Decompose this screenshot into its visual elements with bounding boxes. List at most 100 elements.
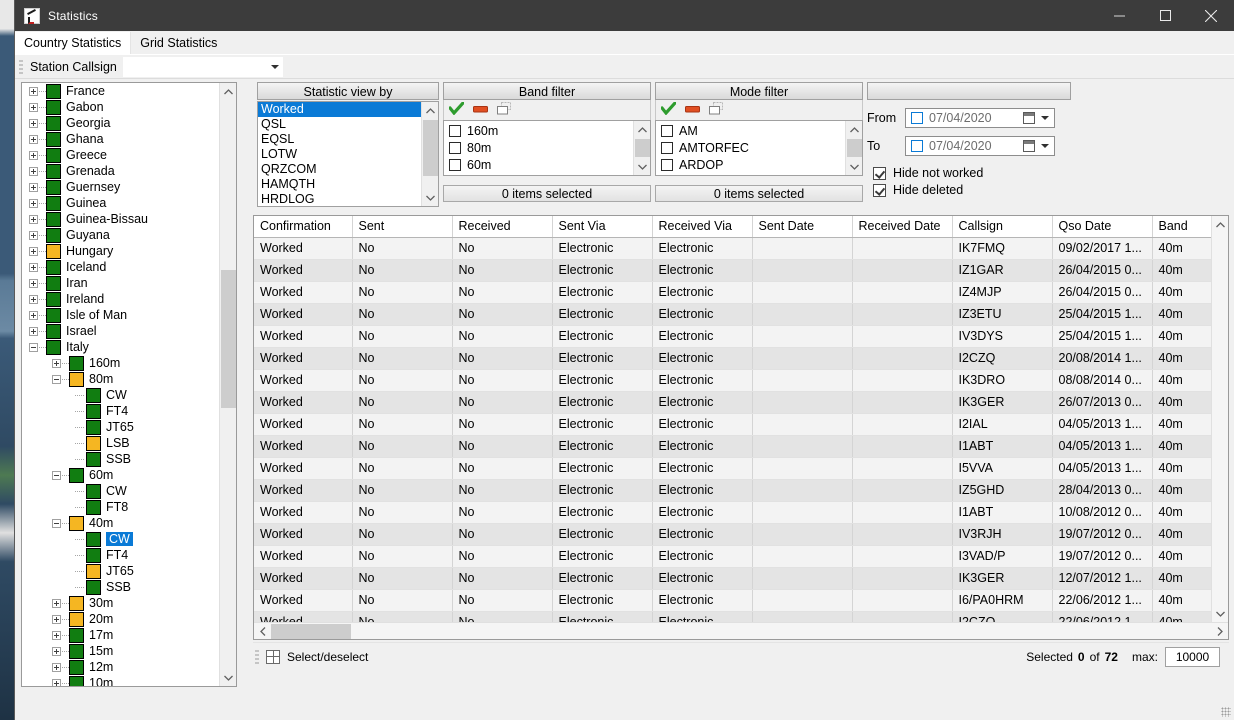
invert-selection-icon[interactable] [709,102,725,118]
tree-node[interactable]: 40m [22,515,219,531]
band-filter-scroll-up-icon[interactable] [634,121,650,138]
collapse-icon[interactable] [52,518,61,528]
expand-icon[interactable] [52,646,61,656]
tree-node[interactable]: Isle of Man [22,307,219,323]
band-filter-item[interactable]: 160m [444,122,633,139]
table-row[interactable]: Worked No No Electronic Electronic I1ABT 04/05… [254,435,1211,458]
table-column-header[interactable]: Callsign [952,216,1053,238]
statistic-view-scroll-up-icon[interactable] [422,102,438,119]
table-column-header[interactable]: Received Via [652,216,753,238]
tree-node[interactable]: CW [22,483,219,499]
table-row[interactable]: Worked No No Electronic Electronic I6/PA0HRM 2… [254,589,1211,612]
tree-node[interactable]: LSB [22,435,219,451]
tree-node[interactable]: Greece [22,147,219,163]
tree-scroll-down-icon[interactable] [220,669,236,686]
expand-icon[interactable] [29,246,38,256]
table-row[interactable]: Worked No No Electronic Electronic IV3DYS 25/0… [254,325,1211,348]
tree-node[interactable]: France [22,83,219,99]
band-filter-item[interactable]: 60m [444,156,633,173]
statistic-view-scroll-down-icon[interactable] [422,189,438,206]
expand-icon[interactable] [29,262,38,272]
toolbar-grip[interactable] [19,58,23,75]
tree-node[interactable]: Ireland [22,291,219,307]
statistic-view-scrollbar[interactable] [421,102,438,206]
table-row[interactable]: Worked No No Electronic Electronic IK3GER 26/0… [254,391,1211,414]
grid-scroll-left-icon[interactable] [254,623,271,640]
expand-icon[interactable] [29,214,38,224]
grid-scroll-down-icon[interactable] [1212,605,1229,622]
table-column-header[interactable]: Qso Date [1052,216,1153,238]
tree-node[interactable]: Iceland [22,259,219,275]
expand-icon[interactable] [29,86,38,96]
mode-filter-scroll-down-icon[interactable] [846,158,862,175]
check-all-icon[interactable] [448,101,465,118]
max-rows-input[interactable]: 10000 [1165,646,1220,667]
mode-filter-item[interactable]: AMTORFEC [656,139,845,156]
tree-node[interactable]: 160m [22,355,219,371]
tree-node[interactable]: SSB [22,451,219,467]
maximize-button[interactable] [1142,0,1188,31]
qso-grid-panel[interactable]: Confirmation Sent Received Sent Via Received… [253,215,1229,640]
station-callsign-combo[interactable] [122,56,283,77]
date-from-checkbox[interactable] [911,112,923,124]
date-to-checkbox[interactable] [911,140,923,152]
expand-icon[interactable] [52,358,61,368]
tree-node[interactable]: Grenada [22,163,219,179]
table-row[interactable]: Worked No No Electronic Electronic IK3GER 12/0… [254,567,1211,590]
table-row[interactable]: Worked No No Electronic Electronic IZ5GHD 28/0… [254,479,1211,502]
invert-selection-icon[interactable] [497,102,513,118]
statistic-view-listbox[interactable]: Worked QSL EQSL LOTW QRZCOM HAMQTH HRDLOG [257,101,439,207]
table-column-header[interactable]: Sent Via [552,216,653,238]
tree-node[interactable]: 12m [22,659,219,675]
calendar-icon[interactable] [1023,112,1035,124]
band-filter-status[interactable]: 0 items selected [443,185,651,202]
select-deselect-icon[interactable] [266,649,280,664]
table-row[interactable]: Worked No No Electronic Electronic I2CZQ 22/06… [254,611,1211,622]
table-row[interactable]: Worked No No Electronic Electronic IZ4MJP 26/0… [254,281,1211,304]
statistic-view-item[interactable]: Worked [258,102,421,117]
expand-icon[interactable] [29,102,38,112]
statistic-view-item[interactable]: LOTW [258,147,421,162]
window-resize-grip[interactable] [1221,707,1231,717]
table-row[interactable]: Worked No No Electronic Electronic I2IAL 04/05… [254,413,1211,436]
uncheck-all-icon[interactable] [685,103,700,117]
tree-node[interactable]: Guernsey [22,179,219,195]
mode-filter-scrollbar[interactable] [845,121,862,175]
statistic-view-scroll-thumb[interactable] [423,120,438,176]
select-deselect-label[interactable]: Select/deselect [287,650,368,664]
grid-scroll-up-icon[interactable] [1212,216,1229,233]
tree-node[interactable]: 17m [22,627,219,643]
table-column-header[interactable]: Received Date [852,216,953,238]
hide-not-worked-checkbox[interactable]: Hide not worked [873,166,1071,180]
grid-horizontal-scrollbar[interactable] [254,622,1228,639]
tree-node[interactable]: CW [22,531,219,547]
table-row[interactable]: Worked No No Electronic Electronic I2CZQ 20/08… [254,347,1211,370]
check-all-icon[interactable] [660,101,677,118]
table-row[interactable]: Worked No No Electronic Electronic IZ1GAR 26/0… [254,259,1211,282]
expand-icon[interactable] [29,230,38,240]
tree-node[interactable]: Ghana [22,131,219,147]
table-row[interactable]: Worked No No Electronic Electronic IK7FMQ 09/0… [254,237,1211,260]
tree-node[interactable]: 20m [22,611,219,627]
table-row[interactable]: Worked No No Electronic Electronic IZ3ETU 25/0… [254,303,1211,326]
tree-node[interactable]: Israel [22,323,219,339]
country-tree-panel[interactable]: France Gabon Georgia Ghana Greece Grenada Guer… [21,82,237,687]
close-button[interactable] [1188,0,1234,31]
tab-country-statistics[interactable]: Country Statistics [15,32,131,54]
statistic-view-item[interactable]: EQSL [258,132,421,147]
grid-scroll-right-icon[interactable] [1211,623,1228,640]
collapse-icon[interactable] [52,470,61,480]
collapse-icon[interactable] [52,374,61,384]
expand-icon[interactable] [52,614,61,624]
table-column-header[interactable]: Sent [352,216,453,238]
tree-node[interactable]: FT8 [22,499,219,515]
tree-node[interactable]: Hungary [22,243,219,259]
tree-node[interactable]: 10m [22,675,219,686]
expand-icon[interactable] [29,310,38,320]
statistic-view-item[interactable]: QSL [258,117,421,132]
tree-node[interactable]: Iran [22,275,219,291]
expand-icon[interactable] [29,118,38,128]
expand-icon[interactable] [29,326,38,336]
expand-icon[interactable] [29,134,38,144]
expand-icon[interactable] [52,598,61,608]
